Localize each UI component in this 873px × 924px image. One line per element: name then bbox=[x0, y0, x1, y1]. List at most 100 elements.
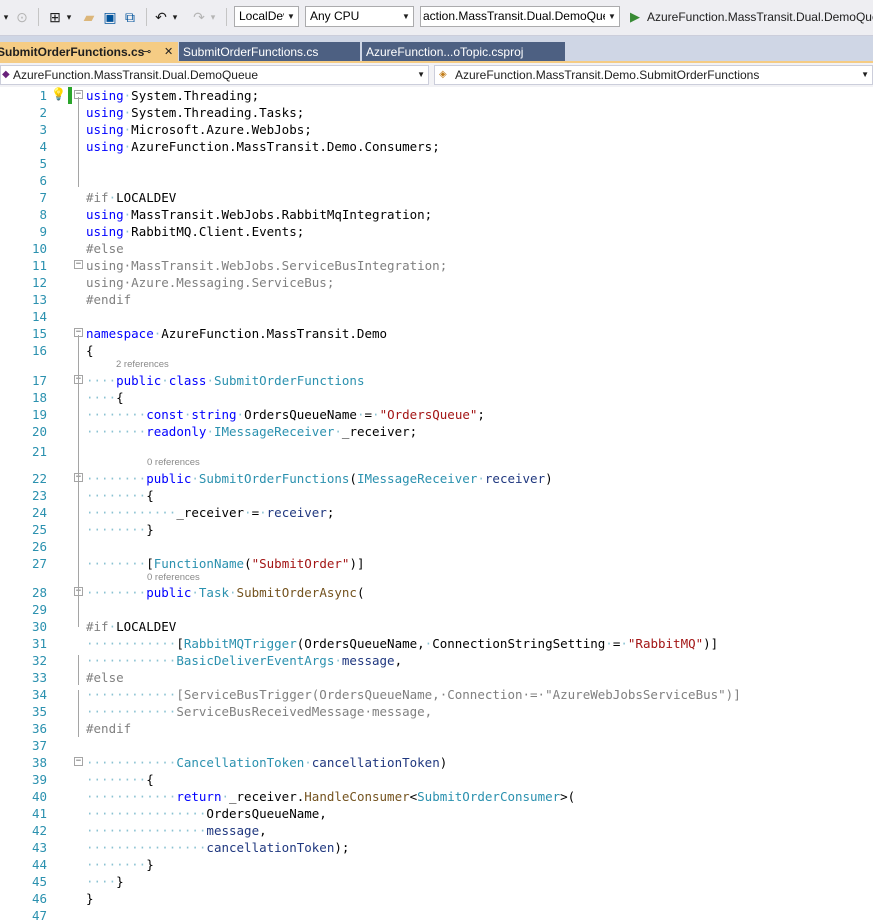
code-line[interactable]: 3 using·Microsoft.Azure.WebJobs; bbox=[0, 121, 873, 138]
code-line[interactable]: 1− using·System.Threading; bbox=[0, 87, 873, 104]
code-line[interactable]: 21 bbox=[0, 443, 873, 460]
code-line[interactable]: 5 bbox=[0, 155, 873, 172]
code-line[interactable]: 42 ················message, bbox=[0, 822, 873, 839]
code-line[interactable]: 13 #endif bbox=[0, 291, 873, 308]
undo-dropdown-icon[interactable]: ▾ bbox=[170, 7, 180, 27]
code-line[interactable]: 39 ········{ bbox=[0, 771, 873, 788]
whitespace-marker: · bbox=[221, 789, 229, 804]
code-line[interactable]: 36 #endif bbox=[0, 720, 873, 737]
code-line[interactable]: 25 ········} bbox=[0, 521, 873, 538]
code-line[interactable]: 23 ········{ bbox=[0, 487, 873, 504]
line-number: 24 bbox=[31, 505, 47, 520]
code-line[interactable]: 14 bbox=[0, 308, 873, 325]
whitespace-marker: ········ bbox=[86, 424, 147, 439]
code-line[interactable]: 8 using·MassTransit.WebJobs.RabbitMqInteg… bbox=[0, 206, 873, 223]
whitespace-marker: · bbox=[424, 636, 433, 651]
tab-csproj[interactable]: AzureFunction...oTopic.csproj bbox=[362, 42, 565, 63]
code-line[interactable]: 30 #if·LOCALDEV bbox=[0, 618, 873, 635]
code-line[interactable]: 10 #else bbox=[0, 240, 873, 257]
code-line[interactable]: 12 using·Azure.Messaging.ServiceBus; bbox=[0, 274, 873, 291]
code-line[interactable]: 33 #else bbox=[0, 669, 873, 686]
codelens-constructor-references[interactable]: 0 references bbox=[147, 457, 200, 469]
whitespace-marker: ···· bbox=[86, 874, 117, 889]
code-line[interactable]: 6 bbox=[0, 172, 873, 189]
code-line[interactable]: 32 ············BasicDeliverEventArgs·mess… bbox=[0, 652, 873, 669]
code-line[interactable]: 29 bbox=[0, 601, 873, 618]
code-line[interactable]: 41 ················OrdersQueueName, bbox=[0, 805, 873, 822]
code-line[interactable]: 46} bbox=[0, 890, 873, 907]
code-line[interactable]: 17−····public·class·SubmitOrderFunctions bbox=[0, 372, 873, 389]
whitespace-marker: ············ bbox=[86, 704, 177, 719]
codelens-method-references[interactable]: 0 references bbox=[147, 572, 200, 584]
code-line[interactable]: 44 ········} bbox=[0, 856, 873, 873]
redo-dropdown-icon[interactable]: ▾ bbox=[208, 7, 218, 27]
line-number: 40 bbox=[31, 789, 47, 804]
whitespace-marker: · bbox=[372, 407, 380, 422]
pin-icon[interactable]: ⊸ bbox=[142, 42, 151, 62]
tab-submitorderfunctions-active[interactable]: SubmitOrderFunctions.cs ⊸ ✕ bbox=[0, 42, 178, 63]
code-line[interactable]: 26 bbox=[0, 538, 873, 555]
collapse-region-icon[interactable]: − bbox=[74, 260, 83, 269]
code-line[interactable]: 38 − ············CancellationToken·cancell… bbox=[0, 754, 873, 771]
code-text: #else bbox=[86, 240, 124, 257]
code-line[interactable]: 16 { bbox=[0, 342, 873, 359]
start-debugging-icon[interactable]: ▶ bbox=[628, 7, 642, 27]
code-line[interactable]: 19 ········const·string·OrdersQueueName·=… bbox=[0, 406, 873, 423]
toolbar: ▾ ⊙ ⊞ ▾ ▰ ▣ ⧉ ↶ ▾ ↷ ▾ LocalDev ▼ Any CPU… bbox=[0, 0, 873, 36]
new-project-icon[interactable]: ⊞ bbox=[46, 7, 64, 27]
code-line[interactable]: 11 − using·MassTransit.WebJobs.ServiceBusI… bbox=[0, 257, 873, 274]
type-dropdown[interactable]: ◈ AzureFunction.MassTransit.Demo.SubmitO… bbox=[434, 65, 873, 85]
code-token: MassTransit.WebJobs.RabbitMqIntegration; bbox=[131, 207, 433, 222]
code-line[interactable]: 20 ········readonly·IMessageReceiver·_rec… bbox=[0, 423, 873, 440]
undo-icon[interactable]: ↶ bbox=[152, 7, 170, 27]
code-line[interactable]: 43 ················cancellationToken); bbox=[0, 839, 873, 856]
line-number: 37 bbox=[31, 738, 47, 753]
dropdown-arrow-icon[interactable]: ▾ bbox=[0, 7, 12, 27]
whitespace-marker: · bbox=[123, 139, 132, 154]
code-line[interactable]: 2 using·System.Threading.Tasks; bbox=[0, 104, 873, 121]
redo-icon[interactable]: ↷ bbox=[190, 7, 208, 27]
code-line[interactable]: 28−········public·Task·SubmitOrderAsync( bbox=[0, 584, 873, 601]
code-text: ················cancellationToken); bbox=[86, 839, 349, 856]
startup-project-combo[interactable]: action.MassTransit.Dual.DemoQueue ▼ bbox=[420, 6, 620, 27]
code-line[interactable]: 9 using·RabbitMQ.Client.Events; bbox=[0, 223, 873, 240]
line-number: 39 bbox=[31, 772, 47, 787]
code-token: SubmitOrderAsync bbox=[236, 585, 357, 600]
code-line[interactable]: 15− namespace·AzureFunction.MassTransit.D… bbox=[0, 325, 873, 342]
code-token: "OrdersQueue" bbox=[379, 407, 478, 422]
code-line[interactable]: 31 ············[RabbitMQTrigger(OrdersQue… bbox=[0, 635, 873, 652]
code-line[interactable]: 18 ····{ bbox=[0, 389, 873, 406]
codelens-class-references[interactable]: 2 references bbox=[116, 359, 169, 371]
tab-submitorderfunctions-secondary[interactable]: SubmitOrderFunctions.cs bbox=[179, 42, 360, 63]
solution-platform-combo[interactable]: Any CPU ▼ bbox=[305, 6, 414, 27]
new-project-dropdown-icon[interactable]: ▾ bbox=[64, 7, 74, 27]
code-token: const bbox=[146, 407, 184, 422]
project-dropdown[interactable]: ◆ AzureFunction.MassTransit.Dual.DemoQue… bbox=[0, 65, 429, 85]
code-line[interactable]: 37 bbox=[0, 737, 873, 754]
code-line[interactable]: 35 ············ServiceBusReceivedMessage·… bbox=[0, 703, 873, 720]
close-icon[interactable]: ✕ bbox=[164, 42, 173, 62]
outline-guide bbox=[78, 690, 79, 737]
save-all-icon[interactable]: ⧉ bbox=[120, 7, 140, 27]
code-token: #endif bbox=[86, 292, 132, 307]
save-icon[interactable]: ▣ bbox=[101, 7, 119, 27]
code-line[interactable]: 4 using·AzureFunction.MassTransit.Demo.Co… bbox=[0, 138, 873, 155]
code-text: using·System.Threading.Tasks; bbox=[86, 104, 304, 121]
code-line[interactable]: 47 bbox=[0, 907, 873, 924]
navigate-forward-icon[interactable]: ⊙ bbox=[14, 7, 30, 27]
code-editor[interactable]: 💡 1− using·System.Threading; 2 using·System… bbox=[0, 87, 873, 923]
code-line[interactable]: 22−········public·SubmitOrderFunctions(I… bbox=[0, 470, 873, 487]
code-line[interactable]: 34 ············[ServiceBusTrigger(OrdersQ… bbox=[0, 686, 873, 703]
code-line[interactable]: 27 ········[FunctionName("SubmitOrder")] bbox=[0, 555, 873, 572]
open-folder-icon[interactable]: ▰ bbox=[80, 7, 98, 27]
code-line[interactable]: 7 #if·LOCALDEV bbox=[0, 189, 873, 206]
toolbar-separator bbox=[226, 8, 227, 26]
code-token: message bbox=[206, 823, 260, 838]
code-line[interactable]: 45 ····} bbox=[0, 873, 873, 890]
start-debugging-button[interactable]: AzureFunction.MassTransit.Dual.DemoQueue bbox=[647, 7, 873, 27]
collapse-region-icon[interactable]: − bbox=[74, 757, 83, 766]
solution-configuration-combo[interactable]: LocalDev ▼ bbox=[234, 6, 299, 27]
tab-label: SubmitOrderFunctions.cs bbox=[183, 45, 319, 59]
code-line[interactable]: 24 ············_receiver·=·receiver; bbox=[0, 504, 873, 521]
code-line[interactable]: 40 ············return·_receiver.HandleCon… bbox=[0, 788, 873, 805]
